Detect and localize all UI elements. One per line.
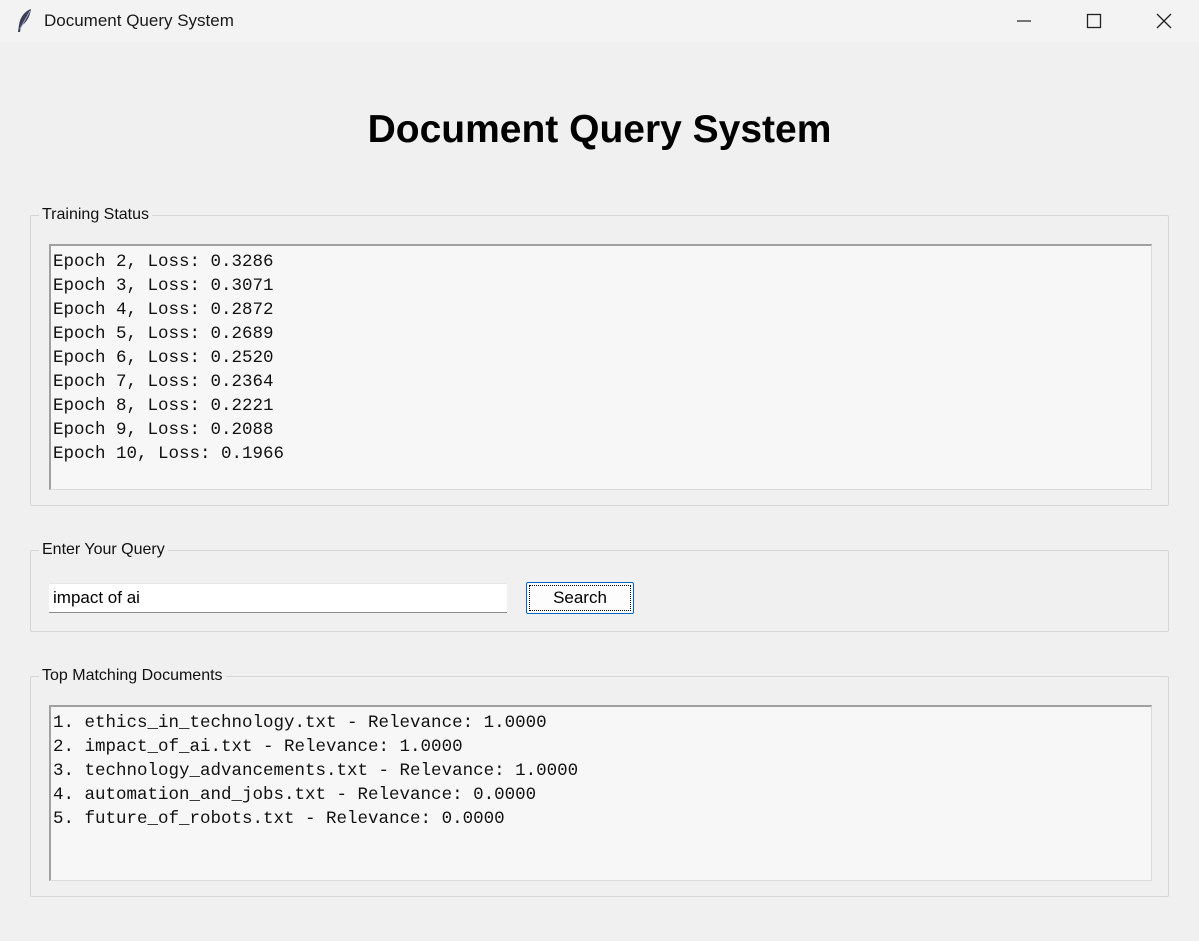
results-label: Top Matching Documents xyxy=(39,666,226,686)
maximize-button[interactable] xyxy=(1059,0,1129,42)
training-log-line: Epoch 6, Loss: 0.2520 xyxy=(53,348,274,368)
result-line: 5. future_of_robots.txt - Relevance: 0.0… xyxy=(53,809,505,829)
page-title: Document Query System xyxy=(367,108,832,151)
result-line: 1. ethics_in_technology.txt - Relevance:… xyxy=(53,713,547,733)
training-log-line: Epoch 10, Loss: 0.1966 xyxy=(53,444,285,464)
search-button-label: Search xyxy=(529,585,631,611)
training-log-line: Epoch 9, Loss: 0.2088 xyxy=(53,420,274,440)
search-button[interactable]: Search xyxy=(526,582,634,614)
window-title: Document Query System xyxy=(44,11,234,30)
close-icon xyxy=(1156,13,1172,29)
results-group: Top Matching Documents 1. ethics_in_tech… xyxy=(30,666,1169,897)
training-log-line: Epoch 2, Loss: 0.3286 xyxy=(53,252,274,272)
training-log-line: Epoch 7, Loss: 0.2364 xyxy=(53,372,274,392)
minimize-button[interactable] xyxy=(989,0,1059,42)
result-line: 3. technology_advancements.txt - Relevan… xyxy=(53,761,579,781)
feather-icon xyxy=(15,8,35,34)
title-bar[interactable]: Document Query System xyxy=(0,0,1199,42)
query-label: Enter Your Query xyxy=(39,540,168,560)
training-log-line: Epoch 8, Loss: 0.2221 xyxy=(53,396,274,416)
query-input[interactable] xyxy=(49,583,507,613)
maximize-icon xyxy=(1086,13,1102,29)
minimize-icon xyxy=(1017,20,1031,22)
training-log-line: Epoch 4, Loss: 0.2872 xyxy=(53,300,274,320)
results-textbox[interactable]: 1. ethics_in_technology.txt - Relevance:… xyxy=(49,705,1152,881)
training-log-textbox[interactable]: Epoch 2, Loss: 0.3286 Epoch 3, Loss: 0.30… xyxy=(49,244,1152,490)
training-status-group: Training Status Epoch 2, Loss: 0.3286 Epo… xyxy=(30,205,1169,506)
training-status-label: Training Status xyxy=(39,205,153,225)
result-line: 2. impact_of_ai.txt - Relevance: 1.0000 xyxy=(53,737,463,757)
app-window: Document Query System Document Query Sys… xyxy=(0,0,1199,941)
training-log-line: Epoch 5, Loss: 0.2689 xyxy=(53,324,274,344)
close-button[interactable] xyxy=(1129,0,1199,42)
query-group: Enter Your Query Search xyxy=(30,540,1169,632)
result-line: 4. automation_and_jobs.txt - Relevance: … xyxy=(53,785,537,805)
training-log-line: Epoch 3, Loss: 0.3071 xyxy=(53,276,274,296)
